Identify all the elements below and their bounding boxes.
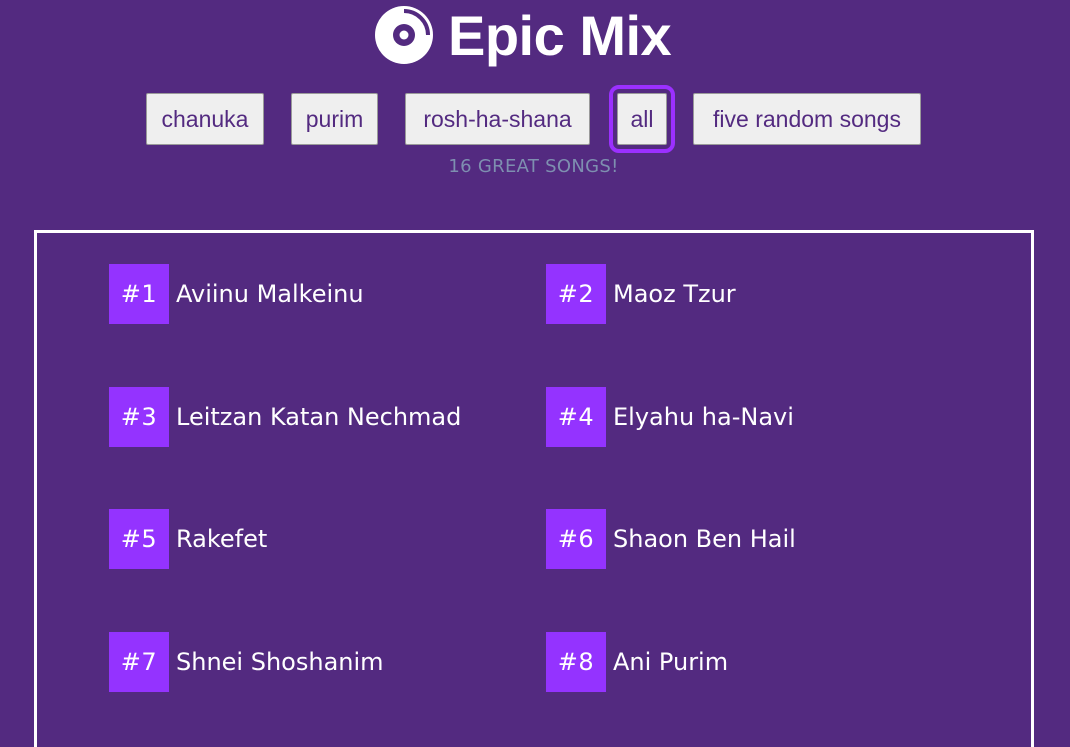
song-title: Rakefet: [176, 525, 268, 553]
song-title: Leitzan Katan Nechmad: [176, 403, 462, 431]
song-rank-badge: #4: [546, 387, 606, 447]
app-title: Epic Mix: [448, 4, 672, 67]
song-rank-badge: #6: [546, 509, 606, 569]
app-header: Epic Mix: [0, 0, 1070, 72]
vinyl-disc-icon: [375, 6, 433, 64]
song-title: Elyahu ha-Navi: [613, 403, 794, 431]
filter-button-rosh-ha-shana[interactable]: rosh-ha-shana: [405, 93, 590, 145]
song-count: 16 great songs!: [448, 156, 619, 177]
song-title: Maoz Tzur: [613, 280, 736, 308]
song-list: #1 Aviinu Malkeinu #2 Maoz Tzur #3 Leitz…: [34, 230, 1034, 747]
song-rank-badge: #7: [109, 632, 169, 692]
song-rank-badge: #1: [109, 264, 169, 324]
song-title: Ani Purim: [613, 648, 729, 676]
filter-button-five-random-songs[interactable]: five random songs: [693, 93, 921, 145]
song-rank-badge: #8: [546, 632, 606, 692]
song-title: Aviinu Malkeinu: [176, 280, 364, 308]
song-rank-badge: #5: [109, 509, 169, 569]
filter-button-chanuka[interactable]: chanuka: [146, 93, 264, 145]
song-rank-badge: #3: [109, 387, 169, 447]
song-rank-badge: #2: [546, 264, 606, 324]
filter-button-all[interactable]: all: [609, 85, 675, 153]
song-title: Shnei Shoshanim: [176, 648, 384, 676]
filter-button-purim[interactable]: purim: [291, 93, 378, 145]
song-title: Shaon Ben Hail: [613, 525, 796, 553]
